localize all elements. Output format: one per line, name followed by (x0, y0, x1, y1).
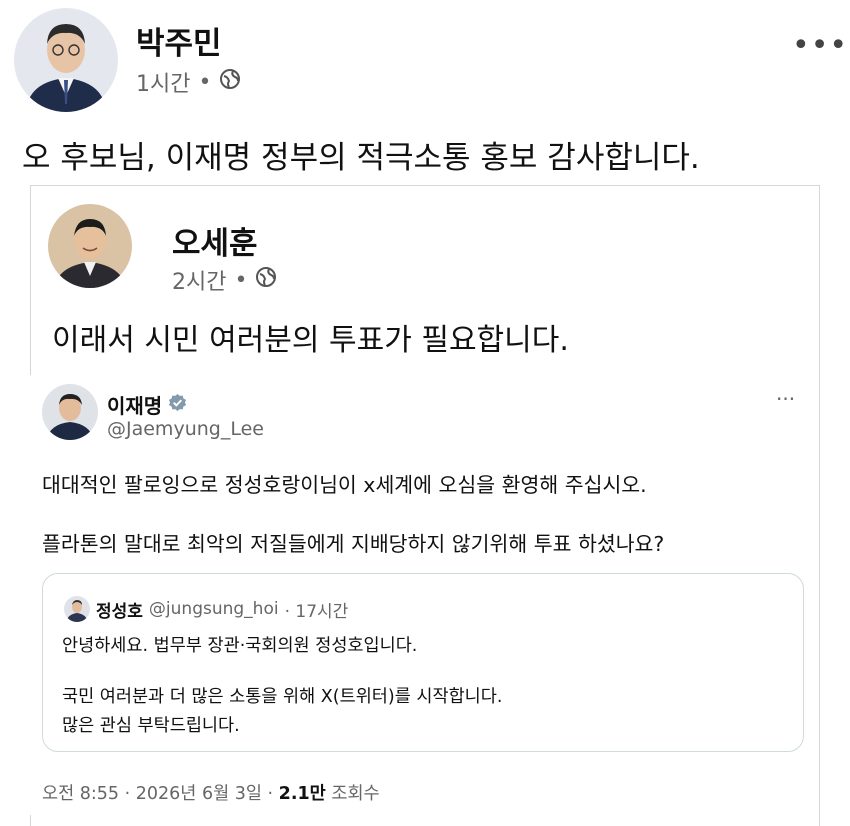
tweet-author-name[interactable]: 이재명 (107, 390, 162, 419)
meta-separator: • (198, 69, 212, 95)
tweet-more-button[interactable]: ··· (776, 387, 795, 411)
tweet-handle[interactable]: @Jaemyung_Lee (107, 418, 264, 440)
shared-post-text: 이래서 시민 여러분의 투표가 필요합니다. (52, 323, 569, 358)
quoted-author-name[interactable]: 정성호 (96, 597, 143, 622)
quoted-avatar[interactable] (64, 596, 90, 622)
quoted-time: · 17시간 (284, 601, 349, 622)
tweet-avatar[interactable] (42, 384, 98, 440)
globe-icon (255, 266, 277, 294)
view-count-label: 조회수 (325, 784, 380, 804)
globe-icon (219, 68, 241, 96)
post-time[interactable]: 1시간 (136, 66, 190, 98)
shared-author-avatar[interactable] (48, 204, 132, 288)
shared-author-name[interactable]: 오세훈 (172, 218, 258, 263)
quoted-text-line: 안녕하세요. 법무부 장관·국회의원 정성호입니다. (62, 636, 418, 656)
verified-badge-icon (168, 393, 187, 417)
author-avatar[interactable] (14, 8, 118, 112)
tweet-timestamp[interactable]: 오전 8:55 · 2026년 6월 3일 · (42, 784, 279, 804)
tweet-footer: 오전 8:55 · 2026년 6월 3일 · 2.1만 조회수 (42, 780, 380, 805)
quoted-tweet-header: 정성호 @jungsung_hoi · 17시간 (64, 596, 348, 622)
tweet-text-line: 플라톤의 말대로 최악의 저질들에게 지배당하지 않기위해 투표 하셨나요? (42, 532, 665, 556)
view-count: 2.1만 (278, 784, 326, 804)
post-meta: 1시간 • (136, 66, 241, 98)
more-options-button[interactable]: ••• (792, 28, 848, 63)
shared-post-time[interactable]: 2시간 (172, 264, 226, 296)
author-name[interactable]: 박주민 (136, 18, 222, 63)
quoted-text-line: 국민 여러분과 더 많은 소통을 위해 X(트위터)를 시작합니다. (62, 687, 503, 707)
shared-post-meta: 2시간 • (172, 264, 277, 296)
post-text: 오 후보님, 이재명 정부의 적극소통 홍보 감사합니다. (22, 140, 700, 176)
quoted-author-handle[interactable]: @jungsung_hoi (149, 599, 279, 619)
meta-separator: • (234, 267, 248, 293)
tweet-text-line: 대대적인 팔로잉으로 정성호랑이님이 x세계에 오심을 환영해 주십시오. (42, 473, 647, 497)
tweet-author[interactable]: 이재명 (107, 390, 187, 419)
quoted-text-line: 많은 관심 부탁드립니다. (62, 716, 240, 736)
